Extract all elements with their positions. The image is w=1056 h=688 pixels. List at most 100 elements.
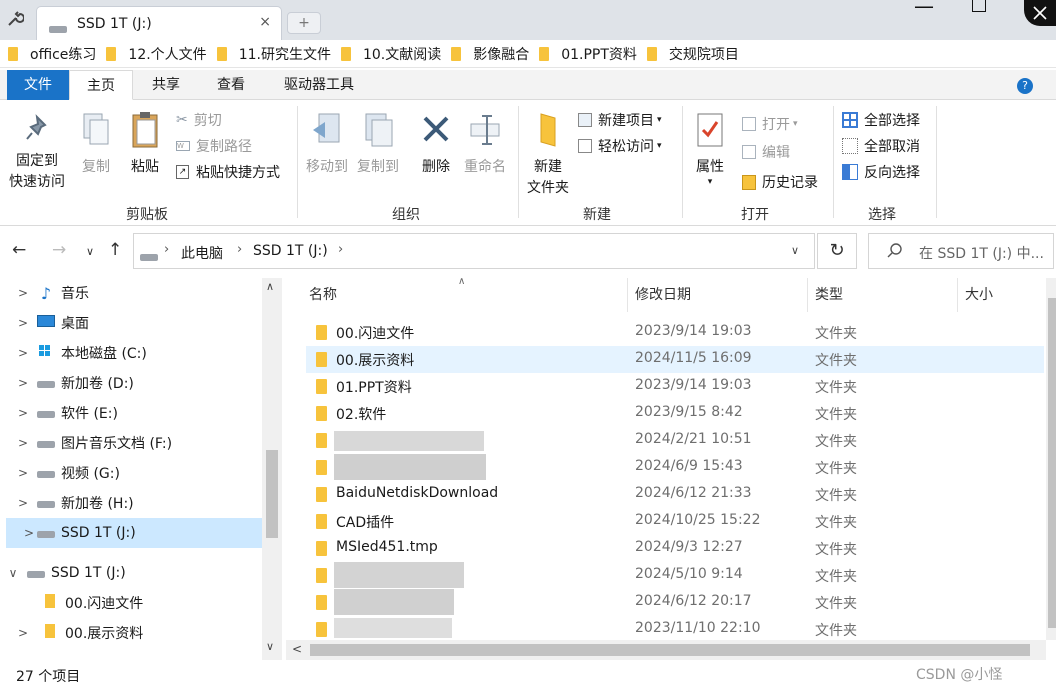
address-dropdown-icon[interactable]: ∨	[791, 244, 799, 257]
column-header-name[interactable]: 名称	[302, 278, 628, 312]
file-row[interactable]: 2024/2/21 10:51 文件夹	[306, 427, 1044, 454]
scroll-up-icon[interactable]: ∧	[266, 280, 274, 293]
nav-item-drive-c[interactable]: > 本地磁盘 (C:)	[0, 338, 262, 368]
help-icon[interactable]: ?	[1017, 78, 1033, 94]
file-row[interactable]: 2024/6/12 20:17 文件夹	[306, 589, 1044, 616]
nav-item-drive-h[interactable]: > 新加卷 (H:)	[0, 488, 262, 518]
avatar[interactable]	[1024, 0, 1056, 26]
nav-tree-item[interactable]: 00.闪迪文件	[0, 588, 262, 618]
chevron-down-icon[interactable]: ∨	[6, 566, 20, 580]
history-button[interactable]: 历史记录	[742, 172, 818, 192]
scroll-down-icon[interactable]: ∨	[266, 640, 274, 653]
file-list-scrollbar[interactable]	[1046, 278, 1056, 640]
column-header-size[interactable]: 大小	[958, 278, 1048, 312]
nav-tree-root[interactable]: ∨ SSD 1T (J:)	[0, 558, 262, 588]
invert-selection-button[interactable]: 反向选择	[842, 162, 920, 182]
nav-scrollbar-thumb[interactable]	[266, 450, 278, 538]
file-list-scrollbar-thumb[interactable]	[1048, 298, 1056, 628]
tab-drive-tools[interactable]: 驱动器工具	[267, 70, 371, 100]
nav-item-drive-g[interactable]: > 视频 (G:)	[0, 458, 262, 488]
move-to-button[interactable]: 移动到	[303, 110, 351, 178]
recent-locations-chevron-icon[interactable]: ∨	[86, 245, 94, 258]
new-item-button[interactable]: 新建项目 ▾	[578, 110, 662, 130]
refresh-icon[interactable]: ↻	[817, 233, 857, 269]
chevron-right-icon[interactable]: >	[22, 526, 36, 540]
window-tab[interactable]: SSD 1T (J:) ×	[36, 6, 282, 40]
select-all-button[interactable]: 全部选择	[842, 110, 920, 130]
bookmark-item[interactable]: 12.个人文件	[106, 44, 207, 64]
nav-scrollbar[interactable]: ∧ ∨	[262, 278, 282, 660]
pin-quick-access-button[interactable]: 固定到 快速访问	[6, 114, 68, 193]
nav-tree-item[interactable]: > 00.展示资料	[0, 618, 262, 648]
folder-icon	[316, 541, 327, 556]
file-row[interactable]: 00.闪迪文件 2023/9/14 19:03 文件夹	[306, 319, 1044, 346]
search-input[interactable]: 在 SSD 1T (J:) 中...	[868, 233, 1054, 269]
chevron-right-icon[interactable]: >	[16, 406, 30, 420]
nav-item-drive-e[interactable]: > 软件 (E:)	[0, 398, 262, 428]
properties-button[interactable]: 属性 ▾	[690, 110, 730, 187]
drive-icon	[140, 248, 158, 264]
bookmark-item[interactable]: 影像融合	[451, 44, 529, 64]
chevron-right-icon[interactable]: >	[16, 316, 30, 330]
chevron-right-icon[interactable]: >	[16, 286, 30, 300]
column-header-type[interactable]: 类型	[808, 278, 958, 312]
bookmark-item[interactable]: 交规院项目	[646, 44, 739, 64]
copy-button[interactable]: 复制	[76, 110, 116, 178]
nav-item-drive-d[interactable]: > 新加卷 (D:)	[0, 368, 262, 398]
maximize-button[interactable]	[972, 0, 986, 12]
minimize-button[interactable]: —	[914, 0, 934, 18]
breadcrumb-drive[interactable]: SSD 1T (J:)	[253, 243, 328, 259]
file-row[interactable]: 02.软件 2023/9/15 8:42 文件夹	[306, 400, 1044, 427]
breadcrumb-this-pc[interactable]: 此电脑	[181, 243, 223, 263]
delete-button[interactable]: 删除	[416, 110, 456, 178]
file-row[interactable]: 2023/11/10 22:10 文件夹	[306, 616, 1044, 643]
scroll-left-icon[interactable]: <	[292, 642, 302, 656]
chevron-right-icon[interactable]: >	[16, 496, 30, 510]
nav-item-drive-f[interactable]: > 图片音乐文档 (F:)	[0, 428, 262, 458]
tab-view[interactable]: 查看	[199, 70, 263, 100]
file-row[interactable]: 2024/5/10 9:14 文件夹	[306, 562, 1044, 589]
paste-shortcut-button[interactable]: ↗ 粘贴快捷方式	[176, 162, 280, 182]
file-row[interactable]: BaiduNetdiskDownload 2024/6/12 21:33 文件夹	[306, 481, 1044, 508]
copy-path-button[interactable]: W 复制路径	[176, 136, 252, 156]
bookmark-item[interactable]: 11.研究生文件	[216, 44, 331, 64]
chevron-right-icon[interactable]: >	[16, 346, 30, 360]
copy-to-button[interactable]: 复制到	[354, 110, 402, 178]
back-arrow-icon[interactable]: ←	[12, 240, 26, 260]
chevron-right-icon[interactable]: >	[16, 466, 30, 480]
open-button[interactable]: 打开 ▾	[742, 114, 798, 134]
new-folder-button[interactable]: 新建 文件夹	[524, 110, 572, 199]
chevron-right-icon[interactable]: >	[16, 436, 30, 450]
paste-button[interactable]: 粘贴	[124, 110, 166, 178]
chevron-right-icon[interactable]: >	[16, 626, 30, 640]
forward-arrow-icon[interactable]: →	[52, 240, 66, 260]
file-row[interactable]: CAD插件 2024/10/25 15:22 文件夹	[306, 508, 1044, 535]
easy-access-button[interactable]: 轻松访问 ▾	[578, 136, 662, 156]
nav-item-music[interactable]: > ♪ 音乐	[0, 278, 262, 308]
file-row[interactable]: 00.展示资料 2024/11/5 16:09 文件夹	[306, 346, 1044, 373]
tab-close-icon[interactable]: ×	[259, 14, 271, 30]
wrench-icon[interactable]	[6, 10, 25, 32]
new-tab-button[interactable]: +	[287, 12, 321, 34]
column-header-modified[interactable]: 修改日期	[628, 278, 808, 312]
bookmark-item[interactable]: 01.PPT资料	[539, 44, 637, 64]
select-none-button[interactable]: 全部取消	[842, 136, 920, 156]
cut-button[interactable]: ✂ 剪切	[176, 110, 222, 130]
tab-share[interactable]: 共享	[133, 70, 199, 100]
tab-file[interactable]: 文件	[7, 70, 69, 100]
nav-item-drive-j[interactable]: > SSD 1T (J:)	[6, 518, 262, 548]
horizontal-scrollbar-thumb[interactable]	[310, 644, 1030, 656]
bookmark-item[interactable]: office练习	[8, 44, 96, 64]
bookmark-item[interactable]: 10.文献阅读	[340, 44, 441, 64]
rename-button[interactable]: 重命名	[461, 110, 509, 178]
horizontal-scrollbar[interactable]: <	[286, 640, 1046, 660]
file-row[interactable]: 2024/6/9 15:43 文件夹	[306, 454, 1044, 481]
file-row[interactable]: MSIed451.tmp 2024/9/3 12:27 文件夹	[306, 535, 1044, 562]
chevron-right-icon[interactable]: >	[16, 376, 30, 390]
tab-home[interactable]: 主页	[69, 70, 133, 100]
edit-button[interactable]: 编辑	[742, 142, 790, 162]
nav-item-desktop[interactable]: > 桌面	[0, 308, 262, 338]
file-row[interactable]: 01.PPT资料 2023/9/14 19:03 文件夹	[306, 373, 1044, 400]
up-arrow-icon[interactable]: ↑	[108, 240, 122, 260]
address-bar[interactable]: › 此电脑 › SSD 1T (J:) › ∨	[133, 233, 815, 269]
